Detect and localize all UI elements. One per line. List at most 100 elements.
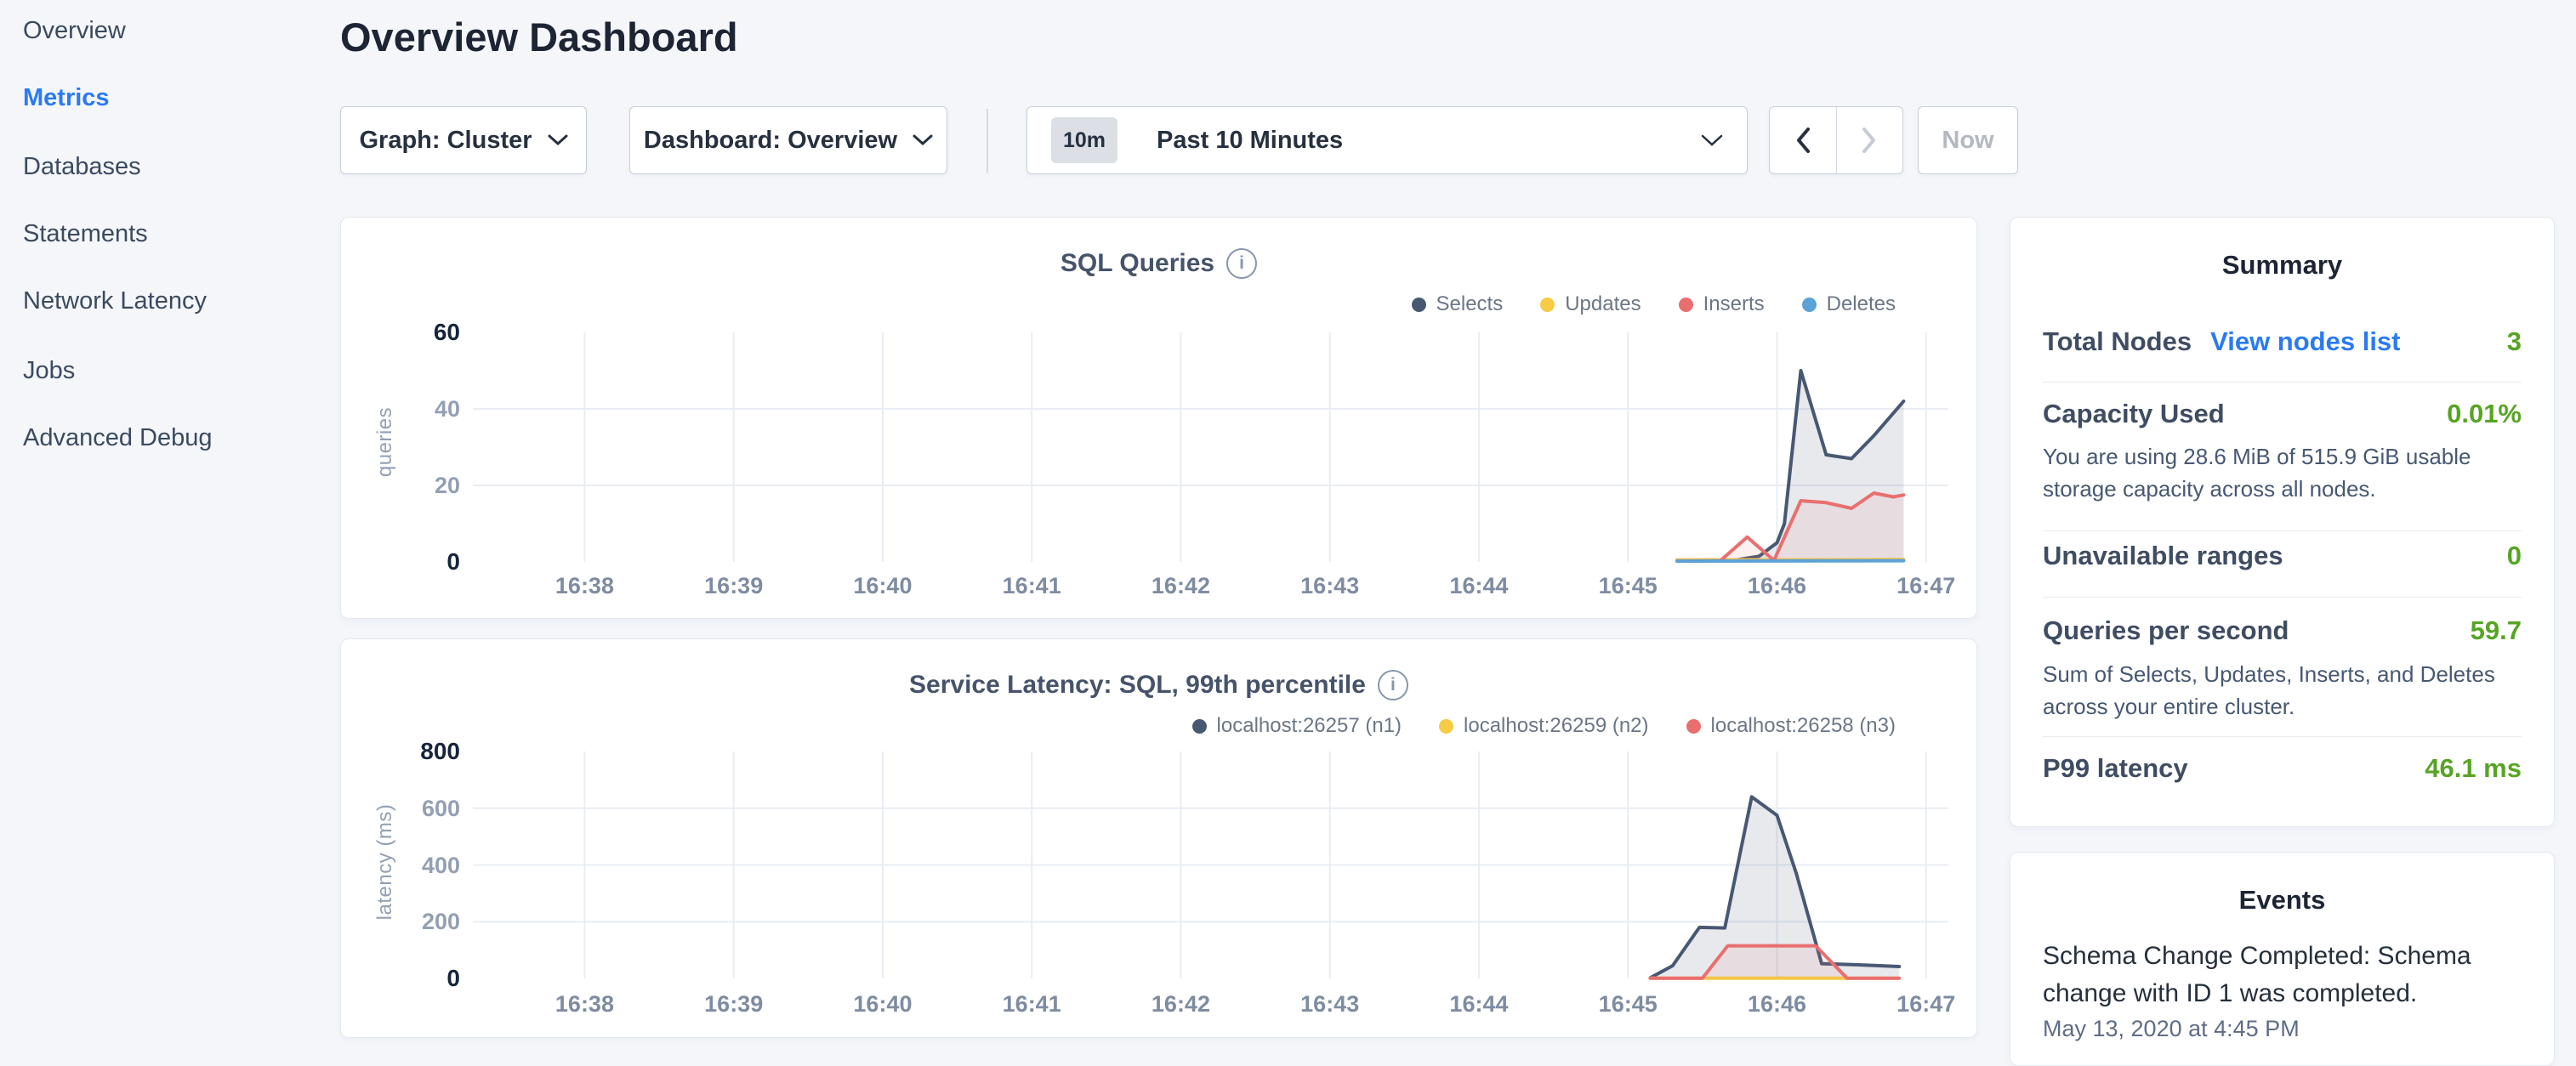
x-axis-tick: 16:40 xyxy=(832,573,934,599)
sidebar-item-databases[interactable]: Databases xyxy=(23,153,141,181)
x-axis-tick: 16:47 xyxy=(1875,573,1977,599)
y-axis-tick: 600 xyxy=(422,795,460,822)
x-axis-tick: 16:39 xyxy=(683,991,785,1018)
chevron-down-icon xyxy=(913,134,933,146)
events-title: Events xyxy=(2010,885,2554,916)
chevron-left-icon xyxy=(1795,127,1811,154)
x-axis-tick: 16:45 xyxy=(1577,991,1679,1018)
info-icon[interactable]: i xyxy=(1226,248,1257,279)
summary-row-value: 3 xyxy=(2507,326,2522,357)
legend-dot xyxy=(1412,298,1426,312)
legend-label: Inserts xyxy=(1703,292,1765,316)
summary-row-label: Unavailable ranges xyxy=(2043,541,2283,571)
chevron-down-icon xyxy=(548,134,568,146)
y-axis-tick: 400 xyxy=(422,852,460,879)
legend-item-deletes[interactable]: Deletes xyxy=(1802,292,1896,316)
time-pager xyxy=(1769,106,1903,174)
graph-scope-dropdown[interactable]: Graph: Cluster xyxy=(340,106,587,174)
page-title: Overview Dashboard xyxy=(340,14,738,60)
legend-item-n1[interactable]: localhost:26257 (n1) xyxy=(1192,714,1402,738)
sql-queries-plot-area[interactable] xyxy=(473,332,1948,562)
legend-item-n3[interactable]: localhost:26258 (n3) xyxy=(1686,714,1896,738)
controls-divider xyxy=(987,109,988,173)
y-axis-tick: 0 xyxy=(446,965,460,992)
x-axis-tick: 16:43 xyxy=(1279,991,1381,1018)
chart-title: SQL Queries xyxy=(1061,249,1214,278)
x-axis-tick: 16:43 xyxy=(1279,573,1381,599)
legend-dot xyxy=(1540,298,1555,312)
sidebar-item-metrics[interactable]: Metrics xyxy=(23,84,110,112)
legend-dot xyxy=(1192,719,1207,734)
x-axis-tick: 16:41 xyxy=(981,573,1083,599)
summary-row-capacity-used: Capacity Used 0.01% xyxy=(2043,399,2522,429)
x-axis-tick: 16:44 xyxy=(1428,991,1530,1018)
event-timestamp: May 13, 2020 at 4:45 PM xyxy=(2043,1016,2522,1042)
sidebar-item-advanced-debug[interactable]: Advanced Debug xyxy=(23,424,213,452)
time-range-selector[interactable]: 10m Past 10 Minutes xyxy=(1026,106,1748,174)
summary-row-label: Total Nodes xyxy=(2043,326,2192,357)
legend-label: localhost:26259 (n2) xyxy=(1464,714,1648,738)
legend-label: localhost:26258 (n3) xyxy=(1711,714,1896,738)
x-axis-tick: 16:46 xyxy=(1726,991,1828,1018)
summary-row-value: 46.1 ms xyxy=(2425,753,2522,784)
summary-row-value: 59.7 xyxy=(2471,615,2522,646)
summary-row-label: Queries per second xyxy=(2043,615,2289,646)
legend-dot xyxy=(1439,719,1453,734)
time-range-badge: 10m xyxy=(1051,117,1117,163)
event-message: Schema Change Completed: Schema change w… xyxy=(2043,938,2522,1012)
summary-divider xyxy=(2043,597,2522,598)
legend-label: localhost:26257 (n1) xyxy=(1217,714,1402,738)
y-axis-ticks: 0204060 xyxy=(375,332,460,562)
sql-queries-chart-card: SQL Queries i Selects Updates Inserts De… xyxy=(340,217,1977,619)
sidebar-item-statements[interactable]: Statements xyxy=(23,220,148,248)
summary-title: Summary xyxy=(2010,250,2554,281)
summary-panel: Summary Total Nodes View nodes list 3 Ca… xyxy=(2010,217,2555,827)
dashboard-dropdown[interactable]: Dashboard: Overview xyxy=(629,106,947,174)
sidebar-item-jobs[interactable]: Jobs xyxy=(23,357,75,385)
next-time-button[interactable] xyxy=(1836,107,1903,173)
summary-row-p99-latency: P99 latency 46.1 ms xyxy=(2043,753,2522,784)
info-icon[interactable]: i xyxy=(1378,670,1408,700)
summary-row-label: Capacity Used xyxy=(2043,399,2225,429)
legend-item-inserts[interactable]: Inserts xyxy=(1679,292,1765,316)
x-axis-tick: 16:41 xyxy=(981,991,1083,1018)
y-axis-ticks: 0200400600800 xyxy=(375,751,460,978)
summary-row-queries-per-second: Queries per second 59.7 xyxy=(2043,615,2522,646)
chevron-down-icon xyxy=(1701,134,1723,147)
summary-divider xyxy=(2043,530,2522,531)
now-button[interactable]: Now xyxy=(1918,106,2018,174)
summary-row-total-nodes: Total Nodes View nodes list 3 xyxy=(2043,326,2522,357)
y-axis-tick: 800 xyxy=(420,738,460,765)
y-axis-tick: 20 xyxy=(435,472,460,499)
y-axis-tick: 40 xyxy=(435,395,460,422)
chart-legend: Selects Updates Inserts Deletes xyxy=(1412,292,1896,316)
x-axis-ticks: 16:3816:3916:4016:4116:4216:4316:4416:45… xyxy=(473,573,1948,604)
chart-title: Service Latency: SQL, 99th percentile xyxy=(909,671,1366,700)
legend-item-n2[interactable]: localhost:26259 (n2) xyxy=(1439,714,1648,738)
x-axis-tick: 16:39 xyxy=(683,573,785,599)
service-latency-plot-area[interactable] xyxy=(473,751,1948,978)
sidebar-item-network-latency[interactable]: Network Latency xyxy=(23,287,207,315)
dashboard-label: Dashboard: Overview xyxy=(644,127,897,155)
summary-row-unavailable-ranges: Unavailable ranges 0 xyxy=(2043,541,2522,571)
summary-row-description: Sum of Selects, Updates, Inserts, and De… xyxy=(2043,658,2522,723)
previous-time-button[interactable] xyxy=(1770,107,1836,173)
sidebar-item-overview[interactable]: Overview xyxy=(23,17,126,45)
x-axis-tick: 16:40 xyxy=(832,991,934,1018)
x-axis-tick: 16:38 xyxy=(533,573,635,599)
x-axis-tick: 16:38 xyxy=(533,991,635,1018)
legend-item-updates[interactable]: Updates xyxy=(1540,292,1641,316)
view-nodes-list-link[interactable]: View nodes list xyxy=(2210,326,2400,357)
legend-label: Updates xyxy=(1565,292,1641,316)
summary-row-description: You are using 28.6 MiB of 515.9 GiB usab… xyxy=(2043,440,2522,505)
x-axis-tick: 16:42 xyxy=(1129,991,1231,1018)
y-axis-tick: 200 xyxy=(422,908,460,935)
summary-row-value: 0.01% xyxy=(2447,399,2522,429)
legend-dot xyxy=(1679,298,1693,312)
graph-scope-label: Graph: Cluster xyxy=(359,127,532,155)
y-axis-tick: 60 xyxy=(434,319,460,346)
legend-dot xyxy=(1686,719,1701,734)
events-panel: Events Schema Change Completed: Schema c… xyxy=(2010,852,2555,1066)
x-axis-tick: 16:47 xyxy=(1875,991,1977,1018)
legend-item-selects[interactable]: Selects xyxy=(1412,292,1504,316)
